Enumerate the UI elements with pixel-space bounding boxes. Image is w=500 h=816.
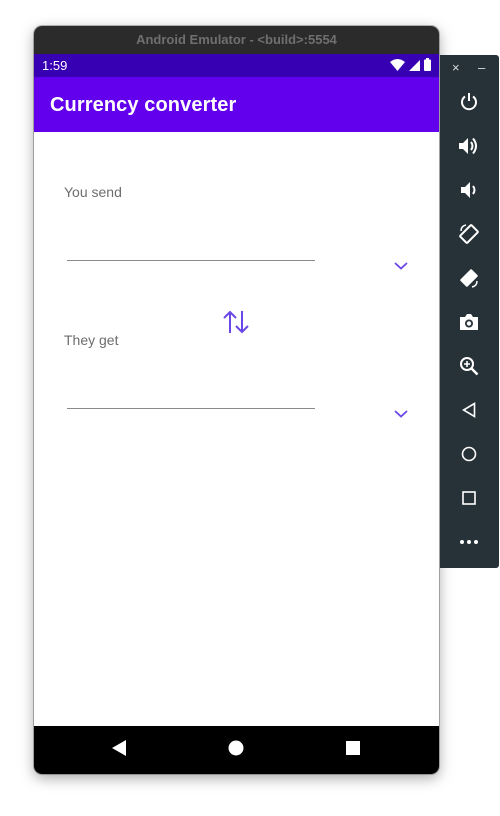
- zoom-button[interactable]: [457, 354, 481, 378]
- toolbar-overview-button[interactable]: [457, 486, 481, 510]
- more-icon: [460, 540, 478, 544]
- chevron-down-icon: [394, 257, 408, 275]
- back-icon: [462, 402, 476, 418]
- volume-up-icon: [458, 136, 480, 156]
- send-currency-dropdown[interactable]: [390, 257, 412, 275]
- toolbar-window-controls: × –: [440, 55, 499, 81]
- emulator-title: Android Emulator - <build>:5554: [34, 26, 439, 54]
- get-currency-dropdown[interactable]: [390, 405, 412, 423]
- back-icon: [112, 739, 126, 761]
- navigation-bar: [34, 726, 439, 774]
- battery-icon: [424, 58, 431, 76]
- camera-icon: [459, 313, 479, 331]
- volume-down-icon: [460, 180, 478, 200]
- emulator-window: Android Emulator - <build>:5554 1:59 Cur…: [34, 26, 439, 774]
- get-amount-input[interactable]: [67, 380, 315, 406]
- nav-back-button[interactable]: [109, 739, 129, 761]
- nav-recents-button[interactable]: [343, 740, 363, 760]
- chevron-down-icon: [394, 405, 408, 423]
- toolbar-back-button[interactable]: [457, 398, 481, 422]
- overview-icon: [462, 491, 476, 505]
- status-icons: [390, 58, 431, 76]
- rotate-right-button[interactable]: [457, 266, 481, 290]
- close-icon[interactable]: ×: [452, 60, 460, 76]
- status-time: 1:59: [42, 58, 68, 73]
- screen: Android Emulator - <build>:5554 1:59 Cur…: [0, 0, 500, 816]
- recents-icon: [346, 740, 360, 760]
- emulator-side-toolbar: × –: [440, 55, 499, 568]
- screenshot-button[interactable]: [457, 310, 481, 334]
- rotate-right-icon: [458, 267, 480, 289]
- cell-signal-icon: [409, 58, 420, 76]
- rotate-left-button[interactable]: [457, 222, 481, 246]
- power-button[interactable]: [457, 90, 481, 114]
- get-input-underline: [67, 408, 315, 409]
- volume-down-button[interactable]: [457, 178, 481, 202]
- zoom-icon: [459, 356, 479, 376]
- swap-currencies-button[interactable]: [221, 310, 251, 338]
- nav-home-button[interactable]: [226, 740, 246, 760]
- send-label: You send: [64, 184, 122, 200]
- send-amount-input[interactable]: [67, 232, 315, 258]
- toolbar-home-button[interactable]: [457, 442, 481, 466]
- app-title: Currency converter: [50, 94, 237, 116]
- minimize-icon[interactable]: –: [478, 60, 485, 76]
- home-icon: [228, 740, 244, 761]
- send-input-underline: [67, 260, 315, 261]
- more-options-button[interactable]: [457, 530, 481, 554]
- swap-vertical-icon: [222, 310, 250, 339]
- wifi-icon: [390, 58, 405, 76]
- rotate-left-icon: [458, 223, 480, 245]
- volume-up-button[interactable]: [457, 134, 481, 158]
- app-bar: Currency converter: [34, 77, 439, 132]
- power-icon: [459, 92, 479, 112]
- status-bar: 1:59: [34, 54, 439, 77]
- home-icon: [461, 446, 477, 462]
- get-label: They get: [64, 332, 119, 348]
- converter-form: You send They get: [34, 132, 439, 726]
